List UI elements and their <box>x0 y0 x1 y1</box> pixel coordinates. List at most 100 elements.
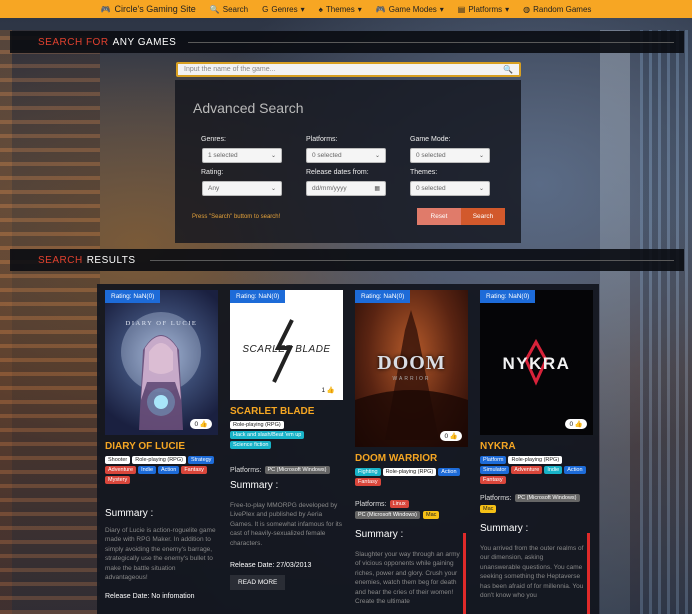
genre-tag: Action <box>438 468 460 476</box>
chevron-down-icon: ⌄ <box>374 153 380 159</box>
site-brand[interactable]: 🎮 Circle's Gaming Site <box>101 4 196 14</box>
chevron-down-icon: ▾ <box>300 4 305 14</box>
game-card[interactable]: Rating: NaN(0) DIARY OF LUCIE 0 👍 DIARY … <box>105 290 218 600</box>
chevron-down-icon: ⌄ <box>478 153 484 159</box>
themes-select[interactable]: 0 selected ⌄ <box>410 181 490 196</box>
search-icon[interactable]: 🔍 <box>503 65 513 74</box>
thumbs-up-icon: 👍 <box>449 433 458 440</box>
platform-tag: PC (Microsoft Windows) <box>514 494 580 502</box>
nav-random-games[interactable]: ◍ Random Games <box>523 5 591 14</box>
rating-badge: Rating: NaN(0) <box>355 290 411 303</box>
advanced-search-panel: Advanced Search Genres: 1 selected ⌄ Pla… <box>175 80 521 243</box>
cover-text: SCARLET BLADE <box>242 344 331 355</box>
game-mode-select[interactable]: 0 selected ⌄ <box>410 148 490 163</box>
game-card[interactable]: Rating: NaN(0) DOOM WARRIOR 0 👍 DOOM WAR… <box>355 290 468 607</box>
chevron-down-icon: ⌄ <box>270 186 276 192</box>
game-cover[interactable]: Rating: NaN(0) DOOM WARRIOR 0 👍 <box>355 290 468 447</box>
top-nav: 🎮 Circle's Gaming Site 🔍 Search G Genres… <box>0 0 692 18</box>
controller-icon: 🎮 <box>375 4 386 14</box>
genre-tag: Role-playing (RPG) <box>132 456 186 464</box>
nav-themes-label: Themes <box>325 4 355 14</box>
game-title[interactable]: DOOM WARRIOR <box>355 453 468 464</box>
likes-counter[interactable]: 0 👍 <box>190 419 212 429</box>
summary-scrollbar[interactable] <box>463 533 466 614</box>
rating-select[interactable]: Any ⌄ <box>202 181 282 196</box>
gamepad-icon: 🎮 <box>100 4 111 14</box>
thumbs-up-icon: 👍 <box>199 421 208 428</box>
genres-select[interactable]: 1 selected ⌄ <box>202 148 282 163</box>
genre-tags: Platform Role-playing (RPG) Simulator Ad… <box>480 456 593 484</box>
summary-scrollbar[interactable] <box>587 533 590 614</box>
game-mode-value: 0 selected <box>416 152 446 159</box>
platforms-label: Platforms: <box>355 500 387 508</box>
nav-search[interactable]: 🔍 Search <box>210 5 248 14</box>
rating-badge: Rating: NaN(0) <box>230 290 286 303</box>
cover-text: DOOM <box>377 352 446 374</box>
genre-tag: Fighting <box>355 468 381 476</box>
genre-tag: Fantasy <box>355 478 381 486</box>
chevron-down-icon: ⌄ <box>478 186 484 192</box>
likes-counter[interactable]: 1 👍 <box>321 386 335 394</box>
reset-button[interactable]: Reset <box>417 208 461 225</box>
release-label: Release dates from: <box>306 169 369 176</box>
game-cover[interactable]: Rating: NaN(0) NYKRA 0 👍 <box>480 290 593 435</box>
summary-text: You arrived from the outer realms of our… <box>480 545 584 600</box>
platforms-label: Platforms: <box>480 494 512 502</box>
platform-tag: Mac <box>480 505 497 513</box>
genre-tags: Fighting Role-playing (RPG) Action Fanta… <box>355 468 468 486</box>
genre-tag: Role-playing (RPG) <box>382 468 437 476</box>
genre-tags: Role-playing (RPG) Hack and slash/Beat '… <box>230 421 343 449</box>
cover-text: NYKRA <box>502 354 571 373</box>
nav-game-modes[interactable]: 🎮 Game Modes ▾ <box>376 5 444 14</box>
nav-genres[interactable]: G Genres ▾ <box>262 5 304 14</box>
platform-tag: PC (Microsoft Windows) <box>355 511 420 519</box>
themes-value: 0 selected <box>416 185 446 192</box>
genre-tag: Mystery <box>105 476 131 484</box>
game-cover[interactable]: Rating: NaN(0) SCARLET BLADE 1 👍 <box>230 290 343 400</box>
game-card[interactable]: Rating: NaN(0) SCARLET BLADE 1 👍 SCARLET… <box>230 290 343 591</box>
genre-tag: Adventure <box>511 466 543 474</box>
release-date: Release Date: 27/03/2013 <box>230 562 312 570</box>
rating-badge: Rating: NaN(0) <box>480 290 536 303</box>
nav-genres-label: Genres <box>271 4 298 14</box>
platforms-row: Platforms: Linux PC (Microsoft Windows) … <box>355 500 468 519</box>
likes-counter[interactable]: 0 👍 <box>565 419 587 429</box>
genre-tag: Indie <box>138 466 157 474</box>
genres-value: 1 selected <box>208 152 238 159</box>
random-icon: ◍ <box>523 4 531 14</box>
advanced-search-title: Advanced Search <box>193 100 304 116</box>
read-more-button[interactable]: READ MORE <box>230 575 286 591</box>
genres-icon: G <box>262 4 269 14</box>
likes-count: 0 <box>569 421 574 428</box>
calendar-icon[interactable]: ▦ <box>374 185 380 192</box>
genre-tag: Action <box>158 466 180 474</box>
platform-tag: Linux <box>389 500 409 508</box>
rating-value: Any <box>208 185 220 192</box>
nav-themes[interactable]: ♠ Themes ▾ <box>319 5 362 14</box>
game-title[interactable]: DIARY OF LUCIE <box>105 441 218 452</box>
game-title[interactable]: SCARLET BLADE <box>230 406 343 417</box>
platforms-select[interactable]: 0 selected ⌄ <box>306 148 386 163</box>
likes-count: 0 <box>444 433 449 440</box>
likes-count: 0 <box>194 421 199 428</box>
release-date-input[interactable]: dd/mm/yyyy ▦ <box>306 181 386 196</box>
genre-tag: Action <box>564 466 586 474</box>
game-card[interactable]: Rating: NaN(0) NYKRA 0 👍 NYKRA Platform … <box>480 290 593 601</box>
game-mode-label: Game Mode: <box>410 136 451 143</box>
game-title[interactable]: NYKRA <box>480 441 593 452</box>
genre-tag: Science fiction <box>230 441 272 449</box>
genre-tag: Simulator <box>480 466 510 474</box>
section-title: ANY GAMES <box>112 36 177 48</box>
release-date-value: dd/mm/yyyy <box>312 185 347 192</box>
genre-tag: Platform <box>480 456 507 464</box>
search-button[interactable]: Search <box>461 208 505 225</box>
nav-platforms[interactable]: ▤ Platforms ▾ <box>458 5 509 14</box>
search-input[interactable]: Input the name of the game... 🔍 <box>176 62 521 77</box>
section-title: RESULTS <box>86 254 136 266</box>
genres-label: Genres: <box>201 136 226 143</box>
likes-counter[interactable]: 0 👍 <box>440 431 462 441</box>
thumbs-up-icon: 👍 <box>574 421 583 428</box>
genre-tag: Fantasy <box>181 466 207 474</box>
game-cover[interactable]: Rating: NaN(0) DIARY OF LUCIE 0 👍 <box>105 290 218 435</box>
genre-tag: Indie <box>544 466 563 474</box>
